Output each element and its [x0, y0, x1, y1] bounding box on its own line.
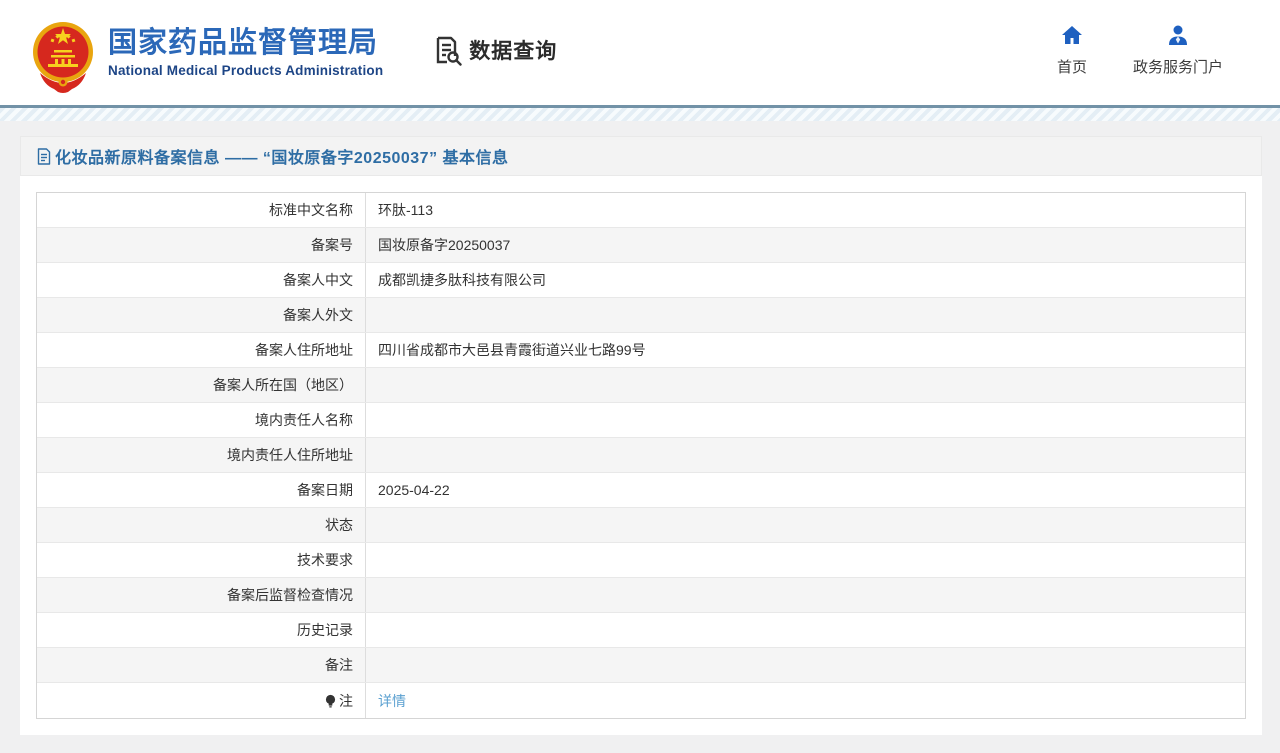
table-row-note: 注 详情	[37, 683, 1245, 718]
row-value: 成都凯捷多肽科技有限公司	[378, 272, 546, 288]
brand-block: 国家药品监督管理局 National Medical Products Admi…	[108, 27, 383, 78]
data-query-label: 数据查询	[469, 39, 558, 63]
table-row-registrant-chinese: 备案人中文 成都凯捷多肽科技有限公司	[37, 263, 1245, 298]
table-row-registrant-address: 备案人住所地址 四川省成都市大邑县青霞街道兴业七路99号	[37, 333, 1245, 368]
header-nav: 首页 政务服务门户	[1057, 23, 1223, 77]
table-row-registrant-country: 备案人所在国（地区）	[37, 368, 1245, 403]
nav-item-home[interactable]: 首页	[1057, 23, 1087, 77]
brand-title-cn: 国家药品监督管理局	[108, 26, 379, 59]
row-value	[366, 508, 1245, 542]
table-row-registration-date: 备案日期 2025-04-22	[37, 473, 1245, 508]
national-emblem-icon	[33, 21, 93, 93]
row-label: 备案号	[37, 228, 366, 262]
person-icon	[1168, 25, 1187, 45]
row-value	[366, 298, 1245, 332]
header-divider-band	[0, 108, 1280, 121]
row-value: 环肽-113	[378, 202, 433, 218]
nav-item-portal[interactable]: 政务服务门户	[1133, 23, 1223, 77]
table-row-domestic-responsible-address: 境内责任人住所地址	[37, 438, 1245, 473]
page-title-bar: 化妆品新原料备案信息 —— “国妆原备字20250037” 基本信息	[20, 136, 1262, 176]
row-label: 注	[37, 683, 366, 718]
table-row-registrant-foreign: 备案人外文	[37, 298, 1245, 333]
row-label: 备案日期	[37, 473, 366, 507]
row-label: 技术要求	[37, 543, 366, 577]
brand-title-en: National Medical Products Administration	[108, 63, 384, 79]
row-value	[366, 578, 1245, 612]
row-label: 备案人外文	[37, 298, 366, 332]
document-search-icon	[437, 36, 462, 66]
row-value: 国妆原备字20250037	[378, 237, 511, 253]
row-value	[366, 403, 1245, 437]
details-link[interactable]: 详情	[378, 691, 406, 711]
row-label: 标准中文名称	[37, 193, 366, 227]
row-value	[366, 368, 1245, 402]
table-row-status: 状态	[37, 508, 1245, 543]
table-row-remarks: 备注	[37, 648, 1245, 683]
home-icon	[1061, 25, 1082, 44]
row-value	[366, 613, 1245, 647]
row-label: 备注	[37, 648, 366, 682]
row-value: 详情	[366, 683, 1245, 718]
table-row-history: 历史记录	[37, 613, 1245, 648]
table-row-standard-chinese-name: 标准中文名称 环肽-113	[37, 193, 1245, 228]
row-label: 境内责任人住所地址	[37, 438, 366, 472]
row-label: 备案人住所地址	[37, 333, 366, 367]
row-label: 状态	[37, 508, 366, 542]
nav-item-home-label: 首页	[1056, 58, 1087, 76]
page-doc-icon	[37, 147, 51, 165]
row-value: 四川省成都市大邑县青霞街道兴业七路99号	[378, 342, 646, 358]
table-row-domestic-responsible-name: 境内责任人名称	[37, 403, 1245, 438]
row-label: 境内责任人名称	[37, 403, 366, 437]
row-label-text: 注	[339, 692, 353, 709]
row-value	[366, 648, 1245, 682]
row-label: 备案人所在国（地区）	[37, 368, 366, 402]
page-title: 化妆品新原料备案信息 —— “国妆原备字20250037” 基本信息	[55, 150, 509, 167]
row-value	[366, 543, 1245, 577]
registration-info-table: 标准中文名称 环肽-113 备案号 国妆原备字20250037 备案人中文 成都…	[36, 192, 1246, 719]
data-query-entry[interactable]: 数据查询	[431, 34, 557, 66]
table-row-registration-number: 备案号 国妆原备字20250037	[37, 228, 1245, 263]
content-card: 化妆品新原料备案信息 —— “国妆原备字20250037” 基本信息 标准中文名…	[20, 136, 1262, 735]
row-label: 备案人中文	[37, 263, 366, 297]
site-header: 国家药品监督管理局 National Medical Products Admi…	[0, 0, 1280, 105]
row-label: 历史记录	[37, 613, 366, 647]
row-label: 备案后监督检查情况	[37, 578, 366, 612]
table-row-technical-requirements: 技术要求	[37, 543, 1245, 578]
nav-item-portal-label: 政务服务门户	[1132, 58, 1223, 76]
row-value: 2025-04-22	[378, 482, 450, 498]
bulb-icon	[325, 694, 336, 707]
row-value	[366, 438, 1245, 472]
table-row-post-registration-inspection: 备案后监督检查情况	[37, 578, 1245, 613]
